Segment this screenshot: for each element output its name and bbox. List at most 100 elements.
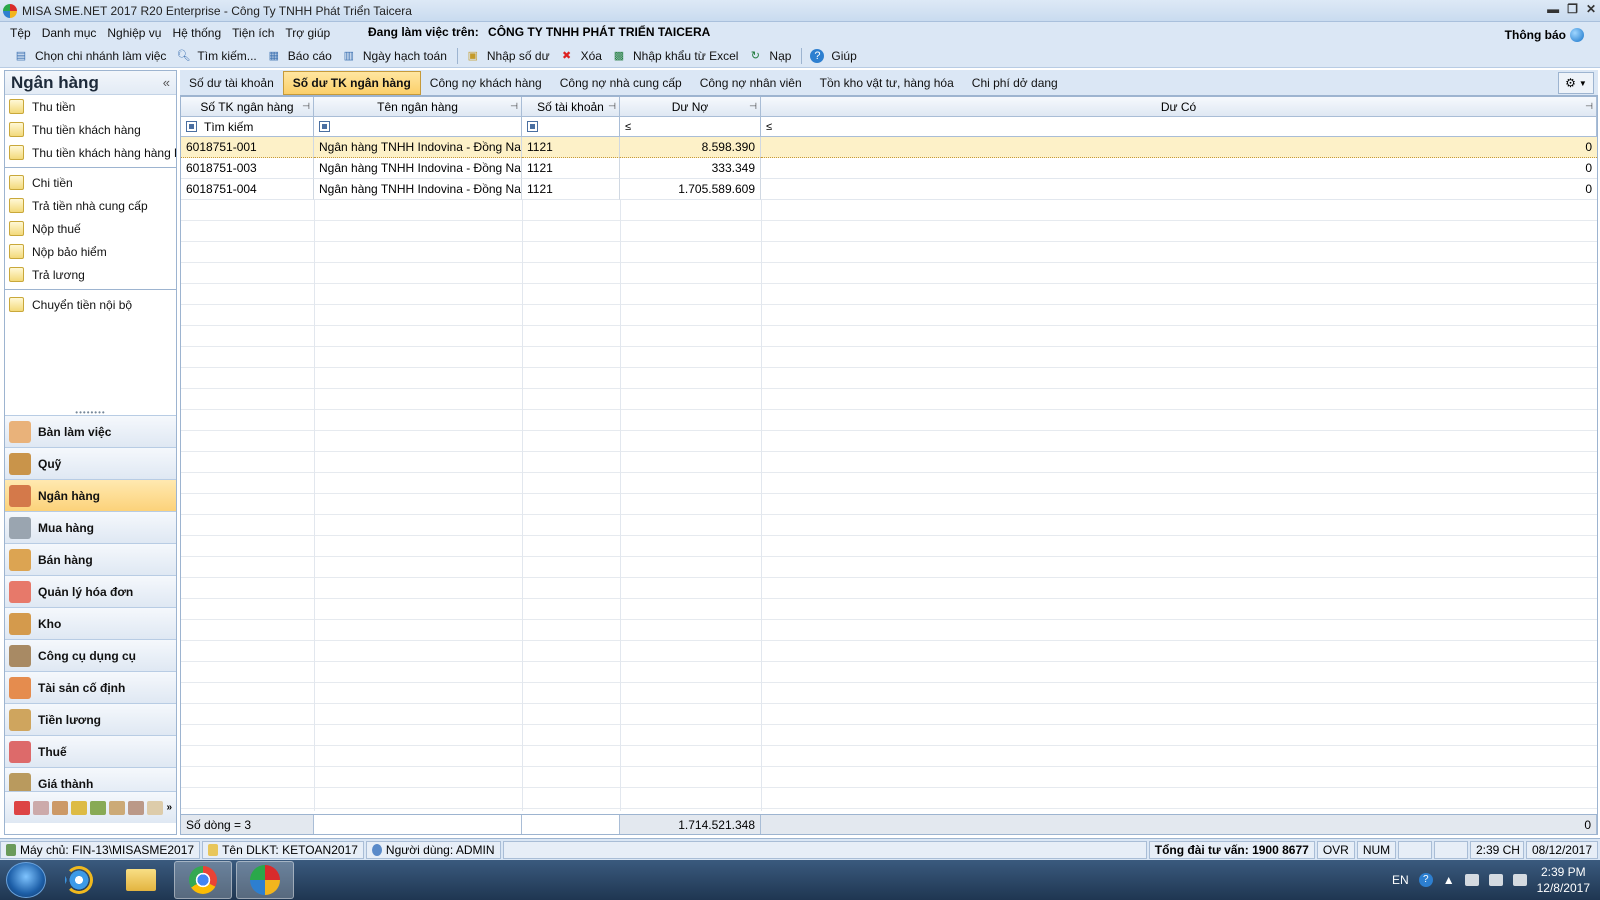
volume-icon[interactable] [1512,874,1527,886]
table-row[interactable]: 6018751-003 Ngân hàng TNHH Indovina - Đồ… [181,158,1597,179]
cell-debit[interactable]: 333.349 [620,158,761,179]
tab-account-balance[interactable]: Số dư tài khoản [180,71,283,95]
shortcut-icon[interactable] [147,800,164,815]
tab-inventory[interactable]: Tồn kho vật tư, hàng hóa [811,71,963,95]
module-tools[interactable]: Công cụ dụng cụ [5,639,176,671]
menu-utilities[interactable]: Tiện ích [232,26,274,40]
import-balance-button[interactable]: ▣ Nhập số dư [466,49,550,63]
filter-cell[interactable] [314,117,522,136]
search-button[interactable]: 🔍︎ Tìm kiếm... [176,49,256,63]
cell-bank-account-no[interactable]: 6018751-004 [181,179,314,200]
pin-icon[interactable]: ⊣ [749,101,757,112]
task-payment[interactable]: Chi tiền [5,171,176,194]
posting-date-button[interactable]: ▥ Ngày hạch toán [342,49,447,63]
taskbar-explorer[interactable] [112,861,170,899]
filter-option-icon[interactable] [319,121,330,132]
task-customer-receipt-batch[interactable]: Thu tiền khách hàng hàng l... [5,141,176,164]
pin-icon[interactable]: ⊣ [510,101,518,112]
filter-cell[interactable] [522,117,620,136]
shortcut-icon[interactable] [52,800,69,815]
reload-button[interactable]: ↻ Nạp [748,49,792,63]
shortcut-icon[interactable] [128,800,145,815]
pin-icon[interactable]: ⊣ [1585,101,1593,112]
tab-bank-account-balance[interactable]: Số dư TK ngân hàng [282,70,421,95]
cell-debit[interactable]: 8.598.390 [620,137,761,158]
filter-option-icon[interactable] [527,121,538,132]
language-indicator[interactable]: EN [1392,873,1409,887]
menu-help[interactable]: Trợ giúp [285,26,330,40]
collapse-sidebar-button[interactable]: « [163,75,170,90]
delete-button[interactable]: ✖ Xóa [560,49,602,63]
restore-button[interactable]: ❐ [1567,2,1578,16]
tab-wip-cost[interactable]: Chi phí dở dang [963,71,1067,95]
shortcut-icon[interactable] [71,800,88,815]
cell-account-no[interactable]: 1121 [522,137,620,158]
import-excel-button[interactable]: ▩ Nhập khẩu từ Excel [612,49,739,63]
flag-icon[interactable] [1464,874,1479,886]
filter-operator[interactable]: ≤ [625,121,631,133]
column-header[interactable]: Dư Có ⊣ [761,97,1597,116]
module-cash[interactable]: Quỹ [5,447,176,479]
task-internal-transfer[interactable]: Chuyển tiền nội bộ [5,293,176,316]
tab-supplier-debt[interactable]: Công nợ nhà cung cấp [551,71,691,95]
show-hidden-icons[interactable]: ▲ [1443,873,1455,887]
column-header[interactable]: Tên ngân hàng ⊣ [314,97,522,116]
column-header[interactable]: Số TK ngân hàng ⊣ [181,97,314,116]
module-desk[interactable]: Bàn làm việc [5,415,176,447]
help-button[interactable]: ? Giúp [810,48,857,63]
minimize-button[interactable]: ▬ [1547,2,1559,16]
taskbar-ie[interactable] [50,861,108,899]
notification-button[interactable]: Thông báo [1505,28,1584,42]
shortcut-icon[interactable] [33,800,50,815]
cell-bank-name[interactable]: Ngân hàng TNHH Indovina - Đồng Nai [314,137,522,158]
module-warehouse[interactable]: Kho [5,607,176,639]
shortcut-icon[interactable] [109,800,126,815]
module-bank[interactable]: Ngân hàng [5,479,176,511]
help-tray-icon[interactable]: ? [1418,873,1433,887]
cell-account-no[interactable]: 1121 [522,158,620,179]
pin-icon[interactable]: ⊣ [608,101,616,112]
cell-account-no[interactable]: 1121 [522,179,620,200]
cell-credit[interactable]: 0 [761,179,1597,200]
module-tax[interactable]: Thuế [5,735,176,767]
task-receipt[interactable]: Thu tiền [5,95,176,118]
column-header[interactable]: Dư Nợ ⊣ [620,97,761,116]
task-customer-receipt[interactable]: Thu tiền khách hàng [5,118,176,141]
cell-credit[interactable]: 0 [761,137,1597,158]
module-purchase[interactable]: Mua hàng [5,511,176,543]
filter-cell[interactable]: ≤ [761,117,1597,136]
task-pay-insurance[interactable]: Nộp bảo hiểm [5,240,176,263]
network-icon[interactable] [1488,874,1503,886]
report-button[interactable]: ▦ Báo cáo [267,49,332,63]
pin-icon[interactable]: ⊣ [302,101,310,112]
task-pay-salary[interactable]: Trả lương [5,263,176,286]
cell-bank-name[interactable]: Ngân hàng TNHH Indovina - Đồng Nai [314,179,522,200]
table-row[interactable]: 6018751-001 Ngân hàng TNHH Indovina - Đồ… [181,137,1597,158]
module-fixed-asset[interactable]: Tài sản cố định [5,671,176,703]
taskbar-chrome[interactable] [174,861,232,899]
filter-option-icon[interactable] [186,121,197,132]
shortcut-icon[interactable] [90,800,107,815]
cell-bank-account-no[interactable]: 6018751-001 [181,137,314,158]
close-button[interactable]: ✕ [1586,2,1596,16]
filter-operator[interactable]: ≤ [766,121,772,133]
start-button[interactable] [6,862,46,898]
menu-file[interactable]: Tệp [10,26,31,40]
filter-cell[interactable]: Tìm kiếm [181,117,314,136]
cell-credit[interactable]: 0 [761,158,1597,179]
tab-customer-debt[interactable]: Công nợ khách hàng [421,71,551,95]
filter-cell[interactable]: ≤ [620,117,761,136]
shortcut-icon[interactable] [14,800,31,815]
cell-debit[interactable]: 1.705.589.609 [620,179,761,200]
taskbar-misa[interactable] [236,861,294,899]
module-salary[interactable]: Tiền lương [5,703,176,735]
task-pay-tax[interactable]: Nộp thuế [5,217,176,240]
column-header[interactable]: Số tài khoản ⊣ [522,97,620,116]
menu-system[interactable]: Hệ thống [172,26,221,40]
menu-catalog[interactable]: Danh mục [42,26,97,40]
module-sales[interactable]: Bán hàng [5,543,176,575]
clock[interactable]: 2:39 PM 12/8/2017 [1537,864,1590,896]
more-chevron-icon[interactable]: » [166,802,172,813]
cell-bank-account-no[interactable]: 6018751-003 [181,158,314,179]
table-row[interactable]: 6018751-004 Ngân hàng TNHH Indovina - Đồ… [181,179,1597,200]
